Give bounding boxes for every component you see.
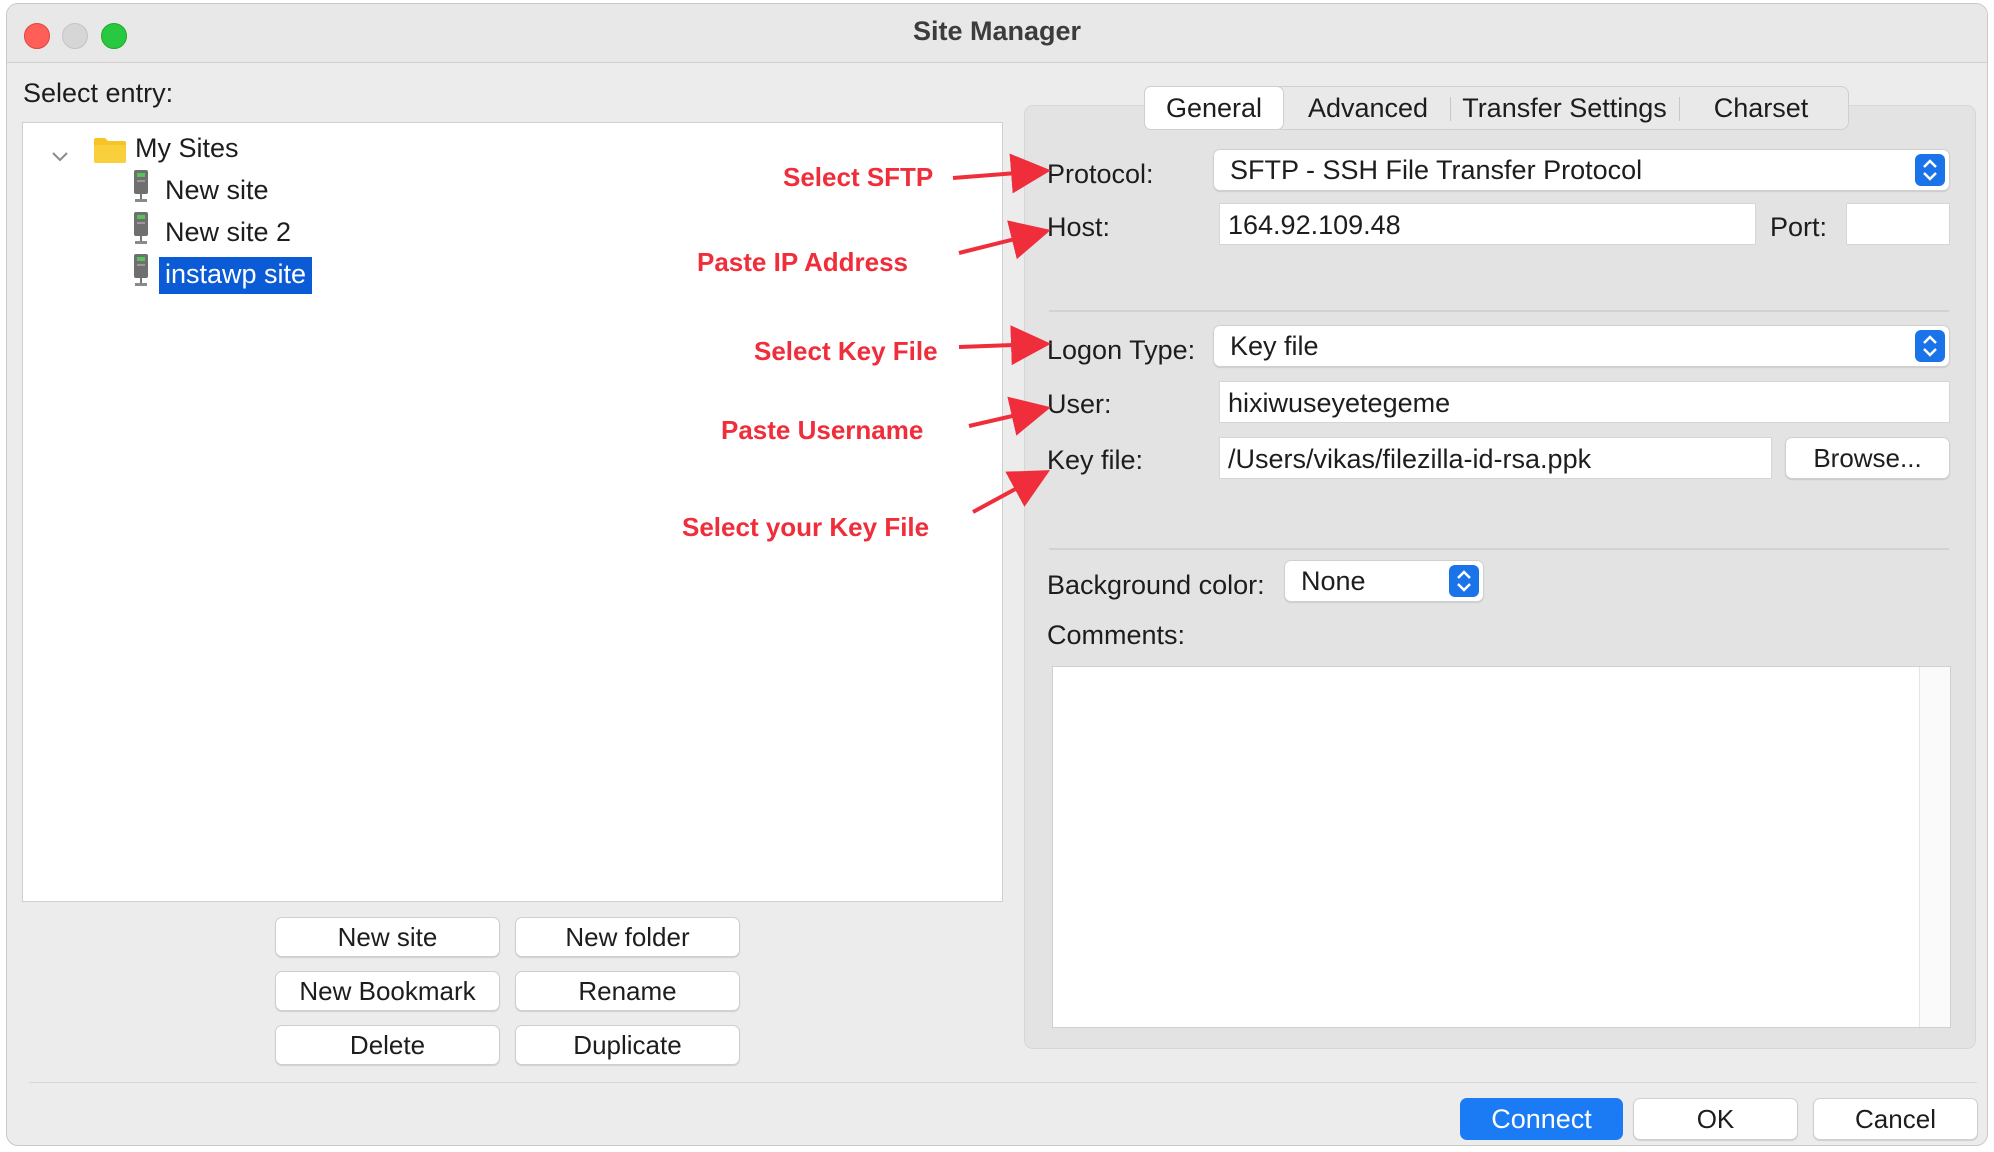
arrow-to-protocol — [952, 153, 1051, 194]
ok-button[interactable]: OK — [1633, 1098, 1798, 1140]
arrow-to-key-file — [972, 470, 1051, 514]
arrow-to-user — [968, 396, 1051, 436]
footer-separator — [29, 1082, 1977, 1083]
site-manager-window: Site Manager Select entry: My Sites New … — [6, 3, 1988, 1146]
arrow-to-host — [958, 220, 1051, 260]
arrow-to-logon-type — [958, 325, 1051, 366]
cancel-button[interactable]: Cancel — [1813, 1098, 1978, 1140]
annotation-arrows — [952, 153, 1051, 514]
connect-button[interactable]: Connect — [1460, 1098, 1623, 1140]
